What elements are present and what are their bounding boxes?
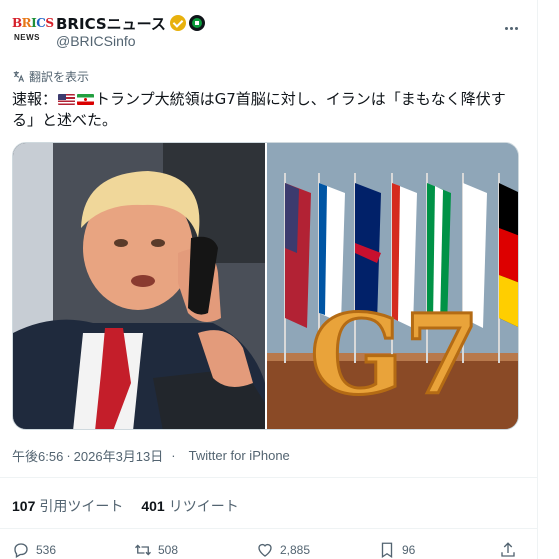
handle[interactable]: @BRICSinfo xyxy=(56,33,136,49)
author-name-row[interactable]: BRICSニュース xyxy=(56,13,205,33)
quotes-count: 107 xyxy=(12,498,36,514)
more-dot-icon xyxy=(514,26,518,30)
like-button[interactable]: 2,885 xyxy=(256,541,310,559)
verified-badge-icon xyxy=(169,15,186,31)
g7-flags-illustration: G7 xyxy=(267,143,518,429)
tweet-text: 速報： トランプ大統領はG7首脳に対し、イランは「まもなく降伏する」と述べた。 xyxy=(12,89,527,131)
more-dot-icon xyxy=(504,26,508,30)
share-icon xyxy=(501,542,515,557)
separator: · xyxy=(66,448,71,463)
trump-on-phone-photo xyxy=(13,143,265,429)
source-dot: · xyxy=(171,448,176,463)
avatar[interactable]: BRICS NEWS xyxy=(12,12,54,48)
divider xyxy=(0,477,538,478)
divider xyxy=(0,528,538,529)
translate-link[interactable]: 翻訳を表示 xyxy=(12,68,89,85)
us-flag-icon xyxy=(58,94,76,105)
translate-label[interactable]: 翻訳を表示 xyxy=(29,68,89,85)
engagement-stats: 107 引用ツイート 401 リツイート xyxy=(12,496,239,516)
reply-button[interactable]: 536 xyxy=(12,541,56,559)
reply-icon xyxy=(14,543,28,558)
translate-icon xyxy=(13,71,24,82)
heart-icon xyxy=(258,543,272,557)
retweet-count: 508 xyxy=(158,543,179,557)
more-dot-icon xyxy=(509,26,513,30)
iran-flag-icon xyxy=(77,94,95,105)
more-options-button[interactable] xyxy=(500,17,522,39)
media-grid: G7 xyxy=(12,142,519,430)
bookmark-icon xyxy=(381,542,393,559)
retweet-icon xyxy=(135,544,151,556)
tweet-date[interactable]: 2026年3月13日 xyxy=(74,446,164,465)
bookmark-count: 96 xyxy=(402,543,416,557)
reply-count: 536 xyxy=(36,543,57,557)
tweet-detail: BRICS NEWS BRICSニュース @BRICSinfo 翻訳を表示 速報… xyxy=(0,0,538,559)
avatar-sub: NEWS xyxy=(14,33,40,42)
tweet-header: BRICS NEWS BRICSニュース @BRICSinfo xyxy=(12,12,522,52)
tweet-source: Twitter for iPhone xyxy=(188,448,290,463)
bookmark-button[interactable]: 96 xyxy=(378,541,415,559)
retweets-stat[interactable]: 401 リツイート xyxy=(141,496,238,516)
quotes-label: 引用ツイート xyxy=(39,498,124,514)
avatar-logo: BRICS xyxy=(12,16,54,30)
affiliate-badge-icon xyxy=(188,15,205,31)
retweets-count: 401 xyxy=(141,498,165,514)
action-bar: 536 508 2,885 96 xyxy=(12,538,522,559)
trump-photo[interactable] xyxy=(13,143,265,429)
like-count: 2,885 xyxy=(280,543,311,557)
share-button[interactable] xyxy=(499,541,523,559)
display-name[interactable]: BRICSニュース xyxy=(56,13,166,34)
tweet-prefix: 速報： xyxy=(12,90,58,108)
retweet-button[interactable]: 508 xyxy=(134,541,178,559)
g7-text: G7 xyxy=(310,290,480,419)
retweets-label: リツイート xyxy=(168,498,239,514)
quotes-stat[interactable]: 107 引用ツイート xyxy=(12,496,123,516)
tweet-time[interactable]: 午後6:56 xyxy=(12,446,63,465)
timestamp-row: 午後6:56 · 2026年3月13日 · Twitter for iPhone xyxy=(12,446,290,465)
g7-image[interactable]: G7 xyxy=(267,143,518,429)
